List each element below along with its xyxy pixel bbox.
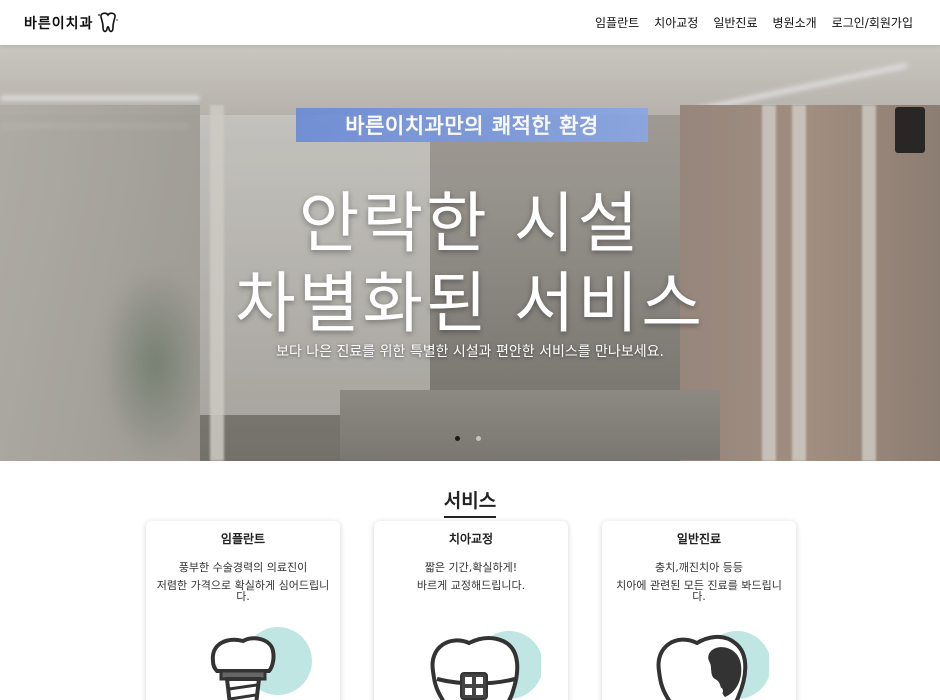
carousel-dots [455,436,481,441]
nav-login-signup[interactable]: 로그인/회원가입 [832,14,913,31]
tooth-icon [98,12,119,33]
card-title: 임플란트 [220,532,266,546]
service-card-general-care[interactable]: 일반진료 충치,깨진치아 등등 치아에 관련된 모든 진료를 봐드립니다. [602,521,796,700]
implant-tooth-icon [210,627,312,700]
hero-title-line2: 차별화된 서비스 [234,265,706,342]
card-desc-line1: 풍부한 수술경력의 의료진이 [178,561,308,574]
nav-orthodontics[interactable]: 치아교정 [654,14,698,31]
hero-badge-text: 바른이치과만의 쾌적한 환경 [345,114,599,138]
card-desc-line2: 저렴한 가격으로 확실하게 심어드립니다. [156,579,330,603]
hero-banner: 바른이치과만의 쾌적한 환경 안락한 시설 차별화된 서비스 보다 나은 진료를… [0,45,940,461]
braces-tooth-icon [430,631,541,700]
card-desc-line2: 바르게 교정해드립니다. [416,579,526,592]
card-desc-line2: 치아에 관련된 모든 진료를 봐드립니다. [616,579,782,603]
service-card-orthodontics[interactable]: 치아교정 짧은 기간,확실하게! 바르게 교정해드립니다. [374,521,568,700]
services-heading: 서비스 [0,486,940,518]
carousel-dot[interactable] [476,436,481,441]
hero-subtitle: 보다 나은 진료를 위한 특별한 시설과 편안한 서비스를 만나보세요. [276,344,664,360]
logo-text: 바른이치과 [24,16,94,32]
services-heading-text: 서비스 [443,486,497,518]
card-desc-line1: 짧은 기간,확실하게! [424,561,518,574]
card-desc-line1: 충치,깨진치아 등등 [655,561,743,574]
site-header: 바른이치과 임플란트 치아교정 일반진료 병원소개 로그인/회원가입 [0,0,940,45]
logo[interactable]: 바른이치과 [24,11,120,35]
card-title: 일반진료 [676,532,722,546]
cavity-tooth-icon [656,631,769,700]
service-card-implant[interactable]: 임플란트 풍부한 수술경력의 의료진이 저렴한 가격으로 확실하게 심어드립니다… [146,521,340,700]
main-nav: 임플란트 치아교정 일반진료 병원소개 로그인/회원가입 [595,14,913,31]
nav-about-clinic[interactable]: 병원소개 [773,14,817,31]
nav-general-care[interactable]: 일반진료 [713,14,757,31]
carousel-dot[interactable] [455,436,460,441]
card-title: 치아교정 [448,532,494,546]
hero-badge: 바른이치과만의 쾌적한 환경 [296,108,648,142]
nav-implant[interactable]: 임플란트 [595,14,639,31]
